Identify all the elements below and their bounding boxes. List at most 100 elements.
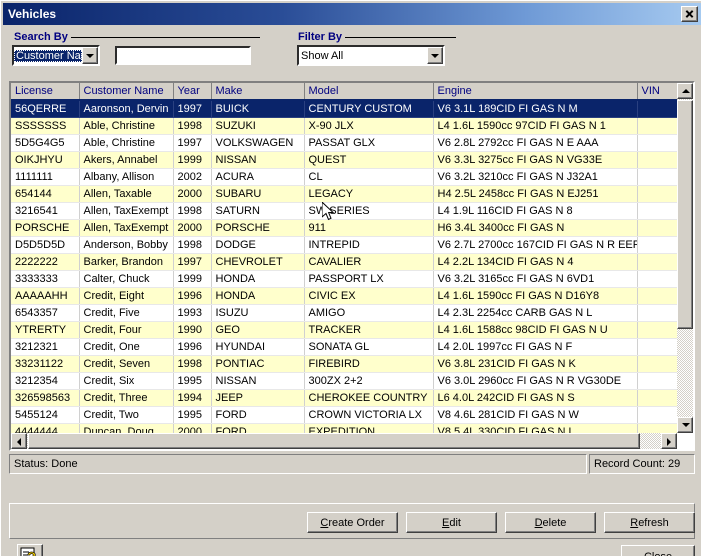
column-header-customer[interactable]: Customer Name: [79, 83, 174, 101]
column-header-year[interactable]: Year: [173, 83, 212, 101]
table-row[interactable]: YTRERTY Credit, Four 1990 GEO TRACKER L4 1.6L…: [11, 321, 677, 339]
table-row[interactable]: 33231122 Credit, Seven 1998 PONTIAC FIREBIRD…: [11, 355, 677, 373]
vertical-scroll-thumb[interactable]: [677, 100, 693, 329]
table-row[interactable]: D5D5D5D Anderson, Bobby 1998 DODGE INTREPID V…: [11, 236, 677, 254]
table-row[interactable]: PORSCHE Allen, TaxExempt 2000 PORSCHE 911 H6 …: [11, 219, 677, 237]
filter-combo[interactable]: Show All: [297, 45, 445, 66]
grid-vertical-scrollbar[interactable]: [677, 83, 693, 433]
cell-engine: L4 2.2L 134CID FI GAS N 4: [433, 253, 638, 271]
column-header-vin[interactable]: VIN: [637, 83, 677, 101]
cell-model: AMIGO: [304, 304, 434, 322]
cell-vin: [637, 202, 677, 220]
table-row[interactable]: 3333333 Calter, Chuck 1999 HONDA PASSPORT LX…: [11, 270, 677, 288]
refresh-label-rest: efresh: [638, 516, 669, 529]
cell-year: 1996: [173, 287, 212, 305]
close-icon[interactable]: [681, 6, 698, 22]
cell-engine: V6 3.1L 189CID FI GAS N M: [433, 100, 638, 118]
create-order-button[interactable]: Create Order: [307, 512, 398, 533]
close-button[interactable]: Close: [621, 545, 695, 556]
cell-license: D5D5D5D: [11, 236, 80, 254]
cell-model: LEGACY: [304, 185, 434, 203]
column-header-engine[interactable]: Engine: [433, 83, 638, 101]
cell-license: 5D5G4G5: [11, 134, 80, 152]
cell-make: NISSAN: [211, 151, 305, 169]
cell-customer: Allen, TaxExempt: [79, 219, 174, 237]
cell-customer: Allen, Taxable: [79, 185, 174, 203]
refresh-button[interactable]: Refresh: [604, 512, 695, 533]
cell-year: 1993: [173, 304, 212, 322]
search-input[interactable]: [115, 46, 251, 65]
scroll-down-arrow-icon[interactable]: [677, 417, 693, 433]
scroll-down-glyph: [682, 423, 690, 427]
cell-make: HONDA: [211, 270, 305, 288]
cell-make: PONTIAC: [211, 355, 305, 373]
cell-model: CHEROKEE COUNTRY: [304, 389, 434, 407]
cell-license: SSSSSSS: [11, 117, 80, 135]
delete-button[interactable]: Delete: [505, 512, 596, 533]
cell-model: 911: [304, 219, 434, 237]
horizontal-scroll-thumb[interactable]: [28, 433, 640, 449]
vehicles-grid[interactable]: License Customer Name Year Make Model En…: [9, 81, 695, 451]
cell-model: CROWN VICTORIA LX: [304, 406, 434, 424]
cell-customer: Credit, Six: [79, 372, 174, 390]
table-row[interactable]: SSSSSSS Able, Christine 1998 SUZUKI X-90 JLX…: [11, 117, 677, 135]
cell-license: 56QERRE: [11, 100, 80, 118]
cell-year: 1997: [173, 100, 212, 118]
help-question-icon[interactable]: ?: [17, 544, 43, 557]
table-row[interactable]: 5D5G4G5 Able, Christine 1997 VOLKSWAGEN PASS…: [11, 134, 677, 152]
cell-vin: [637, 168, 677, 186]
table-row[interactable]: 56QERRE Aaronson, Dervin 1997 BUICK CENTURY …: [11, 100, 677, 118]
cell-license: YTRERTY: [11, 321, 80, 339]
edit-button[interactable]: Edit: [406, 512, 497, 533]
table-row[interactable]: 3212321 Credit, One 1996 HYUNDAI SONATA GL L4…: [11, 338, 677, 356]
cell-year: 2000: [173, 185, 212, 203]
cell-vin: [637, 338, 677, 356]
cell-engine: V6 3.3L 3275cc FI GAS N VG33E: [433, 151, 638, 169]
cell-vin: [637, 253, 677, 271]
vehicles-table: License Customer Name Year Make Model En…: [11, 83, 677, 449]
cell-year: 1997: [173, 134, 212, 152]
cell-engine: L6 4.0L 242CID FI GAS N S: [433, 389, 638, 407]
table-row[interactable]: 654144 Allen, Taxable 2000 SUBARU LEGACY H4 2…: [11, 185, 677, 203]
search-field-combo[interactable]: Customer Name: [12, 45, 100, 66]
search-by-group-label: Search By: [11, 31, 71, 43]
cell-customer: Barker, Brandon: [79, 253, 174, 271]
grid-horizontal-scrollbar[interactable]: [11, 433, 677, 449]
table-row[interactable]: AAAAAHH Credit, Eight 1996 HONDA CIVIC EX L4 …: [11, 287, 677, 305]
cell-engine: V6 2.7L 2700cc 167CID FI GAS N R EER: [433, 236, 638, 254]
chevron-down-icon[interactable]: [82, 47, 98, 64]
table-row[interactable]: 3216541 Allen, TaxExempt 1998 SATURN SW SERI…: [11, 202, 677, 220]
column-header-license[interactable]: License: [11, 83, 80, 101]
cell-year: 1994: [173, 389, 212, 407]
table-row[interactable]: OIKJHYU Akers, Annabel 1999 NISSAN QUEST V6 3…: [11, 151, 677, 169]
table-row[interactable]: 326598563 Credit, Three 1994 JEEP CHEROKEE C…: [11, 389, 677, 407]
column-header-make[interactable]: Make: [211, 83, 305, 101]
cell-license: 3333333: [11, 270, 80, 288]
table-row[interactable]: 1111111 Albany, Allison 2002 ACURA CL V6 3.2L…: [11, 168, 677, 186]
scroll-right-arrow-icon[interactable]: [661, 433, 677, 449]
table-row[interactable]: 3212354 Credit, Six 1995 NISSAN 300ZX 2+2 V6 …: [11, 372, 677, 390]
table-row[interactable]: 5455124 Credit, Two 1995 FORD CROWN VICTORIA…: [11, 406, 677, 424]
column-header-model[interactable]: Model: [304, 83, 434, 101]
delete-accel: D: [534, 516, 543, 529]
cell-year: 1999: [173, 270, 212, 288]
cell-make: JEEP: [211, 389, 305, 407]
cell-make: HONDA: [211, 287, 305, 305]
table-row[interactable]: 6543357 Credit, Five 1993 ISUZU AMIGO L4 2.3L…: [11, 304, 677, 322]
table-row[interactable]: 2222222 Barker, Brandon 1997 CHEVROLET CAVAL…: [11, 253, 677, 271]
svg-text:?: ?: [27, 549, 36, 557]
cell-make: VOLKSWAGEN: [211, 134, 305, 152]
scroll-right-glyph: [667, 438, 671, 446]
cell-model: 300ZX 2+2: [304, 372, 434, 390]
window-title: Vehicles: [8, 7, 57, 21]
cell-make: HYUNDAI: [211, 338, 305, 356]
cell-make: DODGE: [211, 236, 305, 254]
cell-year: 1998: [173, 355, 212, 373]
cell-model: FIREBIRD: [304, 355, 434, 373]
cell-model: SONATA GL: [304, 338, 434, 356]
scroll-left-arrow-icon[interactable]: [11, 433, 27, 449]
cell-model: INTREPID: [304, 236, 434, 254]
action-button-bar: Create Order Edit Delete Refresh: [9, 503, 695, 539]
scroll-up-arrow-icon[interactable]: [677, 83, 693, 99]
chevron-down-icon[interactable]: [427, 47, 443, 64]
